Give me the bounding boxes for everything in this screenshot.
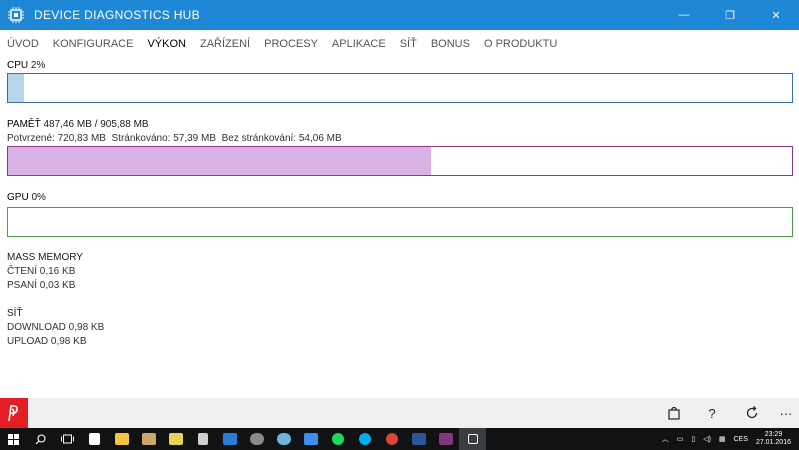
clock-time: 23:29 [764, 431, 783, 438]
tab-o-produktu[interactable]: O PRODUKTU [484, 38, 557, 50]
title-bar: DEVICE DIAGNOSTICS HUB — ❐ ✕ [0, 0, 799, 30]
mass-memory-write: PSANÍ 0,03 KB [7, 280, 76, 291]
memory-paged: Stránkováno: 57,39 MB [111, 133, 217, 144]
mass-memory-title: MASS MEMORY [7, 252, 83, 263]
memory-section: PAMĚŤ 487,46 MB / 905,88 MB Potvrzené: 7… [7, 118, 342, 146]
app-icon[interactable] [243, 428, 270, 450]
tab-procesy[interactable]: PROCESY [264, 38, 318, 50]
onenote-icon[interactable] [432, 428, 459, 450]
cpu-usage-fill [8, 74, 24, 102]
mass-memory-read: ČTENÍ 0,16 KB [7, 266, 76, 277]
notification-icon[interactable]: ▭ [677, 435, 684, 443]
memory-usage-bar [7, 146, 793, 176]
tab-konfigurace[interactable]: KONFIGURACE [53, 38, 134, 50]
clock-date: 27.01.2016 [755, 439, 791, 446]
memory-nonpaged: Bez stránkování: 54,06 MB [221, 133, 342, 144]
window-controls: — ❐ ✕ [661, 0, 799, 30]
memory-committed: Potvrzené: 720,83 MB [7, 133, 106, 144]
gpu-section: GPU 0% [7, 191, 46, 205]
tab-uvod[interactable]: ÚVOD [7, 38, 39, 50]
chip-icon [6, 5, 26, 25]
windows-start-icon[interactable] [0, 428, 27, 450]
more-icon[interactable]: ··· [771, 398, 799, 428]
file-explorer-icon[interactable] [108, 428, 135, 450]
network-section: SÍŤ DOWNLOAD 0,98 KB UPLOAD 0,98 KB [7, 307, 104, 349]
chrome-icon[interactable] [378, 428, 405, 450]
help-icon[interactable]: ? [697, 398, 727, 428]
tab-sit[interactable]: SÍŤ [400, 38, 417, 50]
cpu-usage-bar [7, 73, 793, 103]
folder-icon[interactable] [162, 428, 189, 450]
memory-usage-fill [8, 147, 432, 175]
store-icon[interactable] [81, 428, 108, 450]
refresh-icon[interactable] [737, 398, 767, 428]
browser-icon[interactable] [270, 428, 297, 450]
store-bag-icon[interactable] [659, 398, 689, 428]
maximize-button[interactable]: ❐ [707, 0, 753, 30]
network-upload: UPLOAD 0,98 KB [7, 336, 87, 347]
weather-icon[interactable] [216, 428, 243, 450]
language-indicator[interactable]: CES [734, 436, 748, 443]
skype-icon[interactable] [351, 428, 378, 450]
cpu-section: CPU 2% [7, 59, 45, 73]
window-title: DEVICE DIAGNOSTICS HUB [34, 8, 200, 22]
memory-value: 487,46 MB / 905,88 MB [43, 119, 149, 130]
calculator-icon[interactable] [189, 428, 216, 450]
chevron-up-icon[interactable]: ︿ [662, 434, 669, 444]
gpu-usage-bar [7, 207, 793, 237]
tab-zarizeni[interactable]: ZAŘÍZENÍ [200, 38, 250, 50]
search-icon[interactable] [27, 428, 54, 450]
system-tray: ︿ ▭ ▯ ◁) ▦ CES 23:29 27.01.2016 [658, 428, 799, 450]
memory-label: PAMĚŤ [7, 119, 41, 130]
brand-logo-icon [0, 398, 28, 428]
diagnostics-icon[interactable] [459, 428, 486, 450]
media-icon[interactable] [135, 428, 162, 450]
main-navigation: ÚVOD KONFIGURACE VÝKON ZAŘÍZENÍ PROCESY … [0, 30, 799, 58]
network-title: SÍŤ [7, 308, 23, 319]
taskbar: ︿ ▭ ▯ ◁) ▦ CES 23:29 27.01.2016 [0, 428, 799, 450]
cpu-value: 2% [30, 60, 46, 71]
spotify-icon[interactable] [324, 428, 351, 450]
mass-memory-section: MASS MEMORY ČTENÍ 0,16 KB PSANÍ 0,03 KB [7, 251, 83, 293]
dropbox-icon[interactable] [297, 428, 324, 450]
tab-bonus[interactable]: BONUS [431, 38, 470, 50]
network-download: DOWNLOAD 0,98 KB [7, 322, 105, 333]
keyboard-icon[interactable]: ▦ [719, 435, 726, 443]
gpu-value: 0% [31, 192, 46, 203]
word-icon[interactable] [405, 428, 432, 450]
gpu-label: GPU [7, 192, 29, 203]
minimize-button[interactable]: — [661, 0, 707, 30]
cpu-label: CPU [7, 60, 29, 71]
tab-vykon[interactable]: VÝKON [147, 38, 186, 50]
close-button[interactable]: ✕ [753, 0, 799, 30]
clock[interactable]: 23:29 27.01.2016 [756, 431, 791, 447]
tab-aplikace[interactable]: APLIKACE [332, 38, 386, 50]
task-view-icon[interactable] [54, 428, 81, 450]
volume-icon[interactable]: ◁) [703, 435, 711, 443]
network-icon[interactable]: ▯ [691, 435, 695, 443]
app-bar: ? ··· [0, 398, 799, 428]
